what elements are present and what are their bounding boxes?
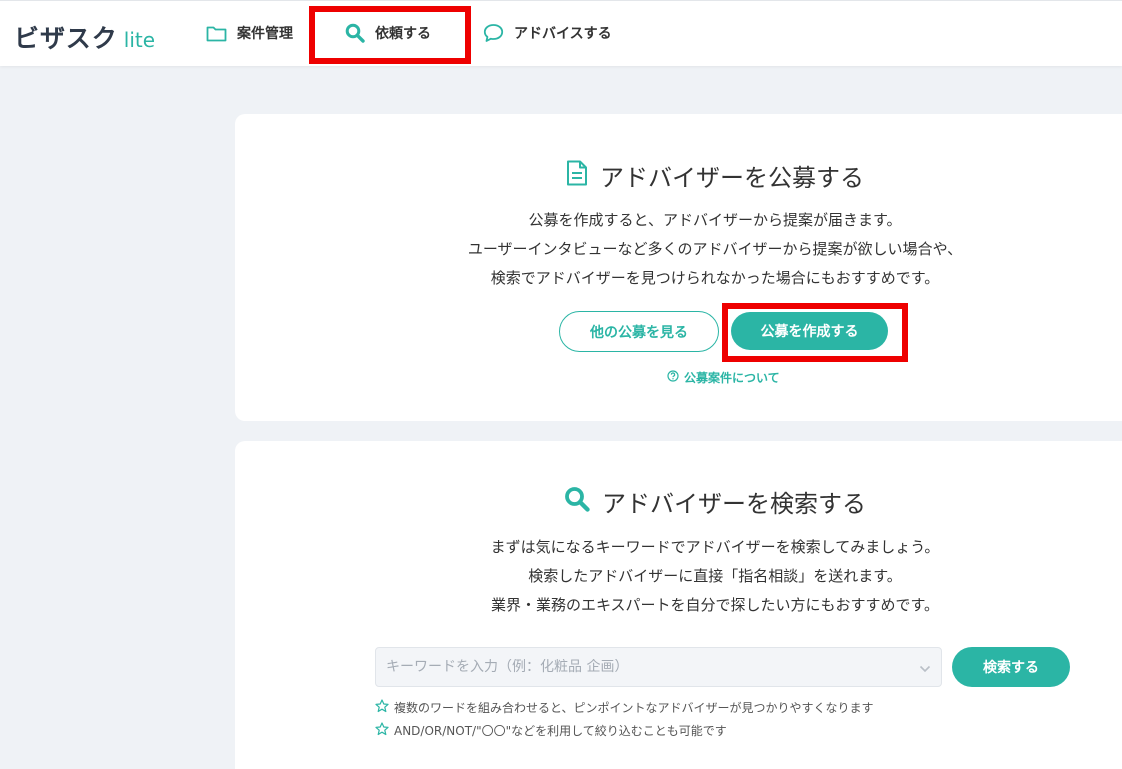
- top-header: ビザスク lite 案件管理 依頼する アドバイスする: [0, 0, 1122, 66]
- logo-main-text: ビザスク: [14, 24, 118, 53]
- folder-icon: [206, 25, 227, 42]
- create-recruitment-button[interactable]: 公募を作成する: [731, 312, 888, 350]
- search-icon: [564, 486, 590, 518]
- search-desc-line: 業界・業務のエキスパートを自分で探したい方にもおすすめです。: [490, 596, 940, 614]
- chevron-down-icon[interactable]: [919, 658, 931, 677]
- star-icon: [375, 699, 389, 716]
- search-desc-line: 検索したアドバイザーに直接「指名相談」を送れます。: [528, 567, 902, 585]
- search-title-text: アドバイザーを検索する: [602, 490, 866, 518]
- logo[interactable]: ビザスク lite: [14, 19, 155, 55]
- tip-text: 複数のワードを組み合わせると、ピンポイントなアドバイザーが見つかりやすくなります: [394, 701, 874, 715]
- nav-item-label: 依頼する: [375, 26, 431, 42]
- recruit-desc-line: 公募を作成すると、アドバイザーから提案が届きます。: [528, 211, 902, 229]
- tip-text: AND/OR/NOT/"〇〇"などを利用して絞り込むことも可能です: [394, 724, 727, 738]
- search-tip: AND/OR/NOT/"〇〇"などを利用して絞り込むことも可能です: [375, 722, 727, 739]
- nav-item-label: アドバイスする: [514, 26, 612, 42]
- view-other-recruitments-button[interactable]: 他の公募を見る: [559, 311, 719, 352]
- nav-item-case-management[interactable]: 案件管理: [206, 23, 293, 43]
- nav-item-request[interactable]: 依頼する: [345, 23, 431, 43]
- help-link-label: 公募案件について: [684, 371, 780, 385]
- search-desc-line: まずは気になるキーワードでアドバイザーを検索してみましょう。: [490, 538, 940, 556]
- recruit-desc-line: 検索でアドバイザーを見つけられなかった場合にもおすすめです。: [490, 269, 940, 287]
- search-card: アドバイザーを検索する まずは気になるキーワードでアドバイザーを検索してみましょ…: [235, 441, 1122, 769]
- recruit-desc-line: ユーザーインタビューなど多くのアドバイザーから提案が欲しい場合や、: [467, 240, 963, 258]
- recruit-description: 公募を作成すると、アドバイザーから提案が届きます。 ユーザーインタビューなど多く…: [235, 206, 1122, 293]
- search-title: アドバイザーを検索する: [235, 484, 1122, 519]
- question-circle-icon: [667, 370, 679, 385]
- star-icon: [375, 722, 389, 739]
- nav-item-advise[interactable]: アドバイスする: [483, 23, 612, 43]
- recruitment-help-link[interactable]: 公募案件について: [667, 369, 780, 386]
- search-tip: 複数のワードを組み合わせると、ピンポイントなアドバイザーが見つかりやすくなります: [375, 699, 874, 716]
- search-button[interactable]: 検索する: [952, 647, 1070, 687]
- search-icon: [345, 23, 365, 43]
- logo-sub-text: lite: [123, 28, 156, 52]
- document-icon: [566, 160, 588, 192]
- search-description: まずは気になるキーワードでアドバイザーを検索してみましょう。 検索したアドバイザ…: [235, 533, 1122, 620]
- recruit-title: アドバイザーを公募する: [235, 158, 1122, 193]
- speech-bubble-icon: [483, 23, 504, 43]
- keyword-search-input[interactable]: [386, 659, 919, 675]
- recruit-card: アドバイザーを公募する 公募を作成すると、アドバイザーから提案が届きます。 ユー…: [235, 114, 1122, 421]
- nav-item-label: 案件管理: [237, 26, 293, 42]
- keyword-search-field[interactable]: [375, 647, 942, 687]
- recruit-title-text: アドバイザーを公募する: [600, 164, 864, 192]
